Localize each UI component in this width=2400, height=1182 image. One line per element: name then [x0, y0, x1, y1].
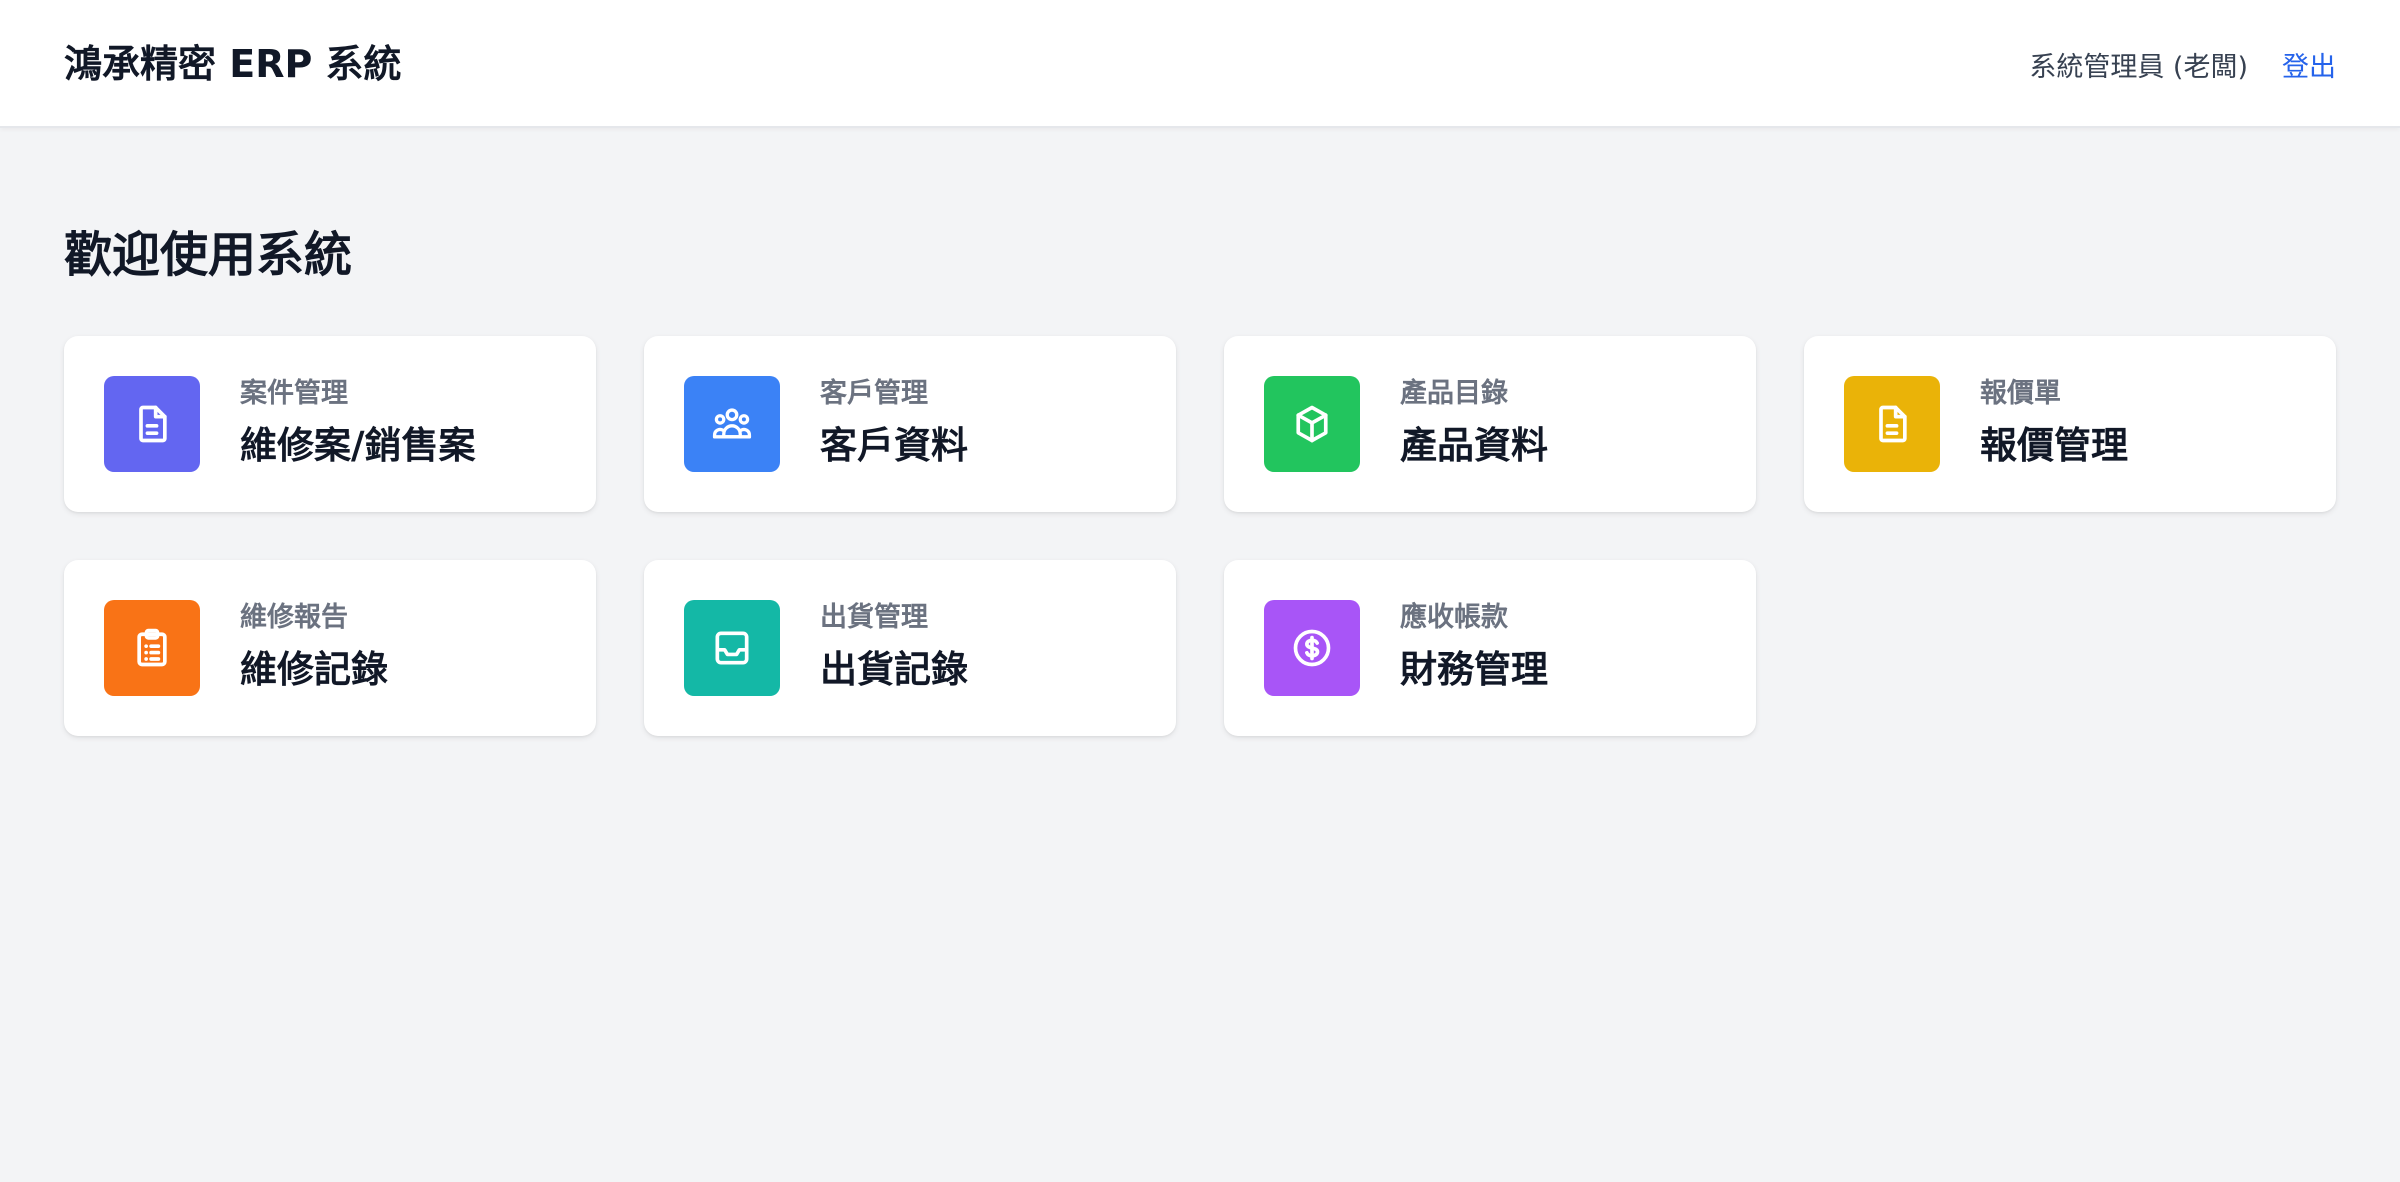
inbox-icon [715, 631, 749, 665]
card-case-management[interactable]: 案件管理 維修案/銷售案 [64, 336, 596, 512]
user-area: 系統管理員 (老闆) 登出 [2029, 38, 2336, 90]
current-user-label: 系統管理員 (老闆) [2029, 51, 2248, 83]
card-customer-management[interactable]: 客戶管理 客戶資料 [644, 336, 1176, 512]
card-category: 案件管理 [240, 378, 348, 409]
dollar-circle-icon [1293, 629, 1331, 667]
card-icon-box [1844, 376, 1940, 472]
card-title: 出貨記錄 [820, 648, 968, 691]
document-icon [1879, 405, 1907, 443]
document-icon [139, 405, 167, 443]
card-icon-box [104, 376, 200, 472]
card-title: 維修案/銷售案 [240, 424, 476, 467]
card-quotation[interactable]: 報價單 報價管理 [1804, 336, 2336, 512]
card-icon-box [104, 600, 200, 696]
top-navbar: 鴻承精密 ERP 系統 系統管理員 (老闆) 登出 [0, 0, 2400, 128]
card-category: 維修報告 [240, 602, 348, 633]
card-icon-box [684, 376, 780, 472]
card-title: 產品資料 [1400, 424, 1548, 467]
card-title: 維修記錄 [240, 648, 388, 691]
users-icon [712, 408, 752, 439]
card-category: 產品目錄 [1400, 378, 1508, 409]
card-icon-box [684, 600, 780, 696]
card-title: 客戶資料 [820, 424, 968, 467]
app-title: 鴻承精密 ERP 系統 [64, 42, 402, 86]
card-product-catalog[interactable]: 產品目錄 產品資料 [1224, 336, 1756, 512]
logout-link[interactable]: 登出 [2282, 45, 2336, 84]
card-repair-report[interactable]: 維修報告 維修記錄 [64, 560, 596, 736]
card-category: 客戶管理 [820, 378, 928, 409]
card-title: 財務管理 [1400, 648, 1548, 691]
card-accounts-receivable[interactable]: 應收帳款 財務管理 [1224, 560, 1756, 736]
card-icon-box [1264, 376, 1360, 472]
card-shipment-management[interactable]: 出貨管理 出貨記錄 [644, 560, 1176, 736]
card-title: 報價管理 [1980, 424, 2128, 467]
card-category: 應收帳款 [1400, 602, 1508, 633]
card-category: 報價單 [1980, 378, 2061, 409]
clipboard-list-icon [137, 628, 167, 667]
cube-icon [1296, 405, 1328, 443]
card-category: 出貨管理 [820, 602, 928, 633]
card-icon-box [1264, 600, 1360, 696]
welcome-heading: 歡迎使用系統 [64, 227, 353, 283]
